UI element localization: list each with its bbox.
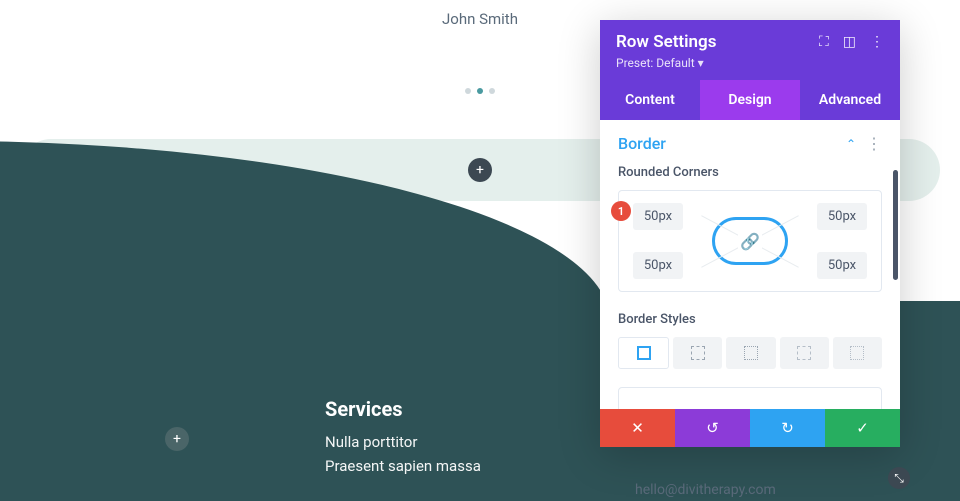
panel-title: Row Settings [616, 32, 716, 52]
add-module-button[interactable]: + [468, 158, 492, 182]
border-style-bottom[interactable] [780, 337, 829, 369]
more-icon[interactable]: ⋮ [870, 34, 884, 50]
slider-dot[interactable] [465, 88, 471, 94]
tab-content[interactable]: Content [600, 80, 700, 120]
contact-email: hello@divitherapy.com [635, 482, 776, 498]
border-style-left[interactable] [833, 337, 882, 369]
rounded-corners-control: 1 50px 50px 🔗 50px 50px [618, 190, 882, 292]
save-button[interactable]: ✓ [825, 409, 900, 447]
services-item: Praesent sapien massa [325, 457, 481, 475]
row-settings-panel: Row Settings ⛶ ◫ ⋮ Preset: Default ▾ Con… [600, 20, 900, 447]
resize-handle-icon[interactable]: ⤡ [888, 467, 910, 489]
corner-bottom-right-input[interactable]: 50px [817, 252, 867, 279]
border-style-top[interactable] [673, 337, 722, 369]
border-style-selector [618, 337, 882, 369]
panel-scrollbar[interactable] [893, 170, 898, 280]
collapse-icon[interactable]: ⌃ [846, 137, 856, 151]
corner-bottom-left-input[interactable]: 50px [633, 252, 683, 279]
border-section: Border ⌃ ⋮ Rounded Corners 1 50px 50px 🔗… [600, 120, 900, 369]
services-block: Services Nulla porttitor Praesent sapien… [325, 397, 481, 481]
corner-top-left-input[interactable]: 50px [633, 203, 683, 230]
expand-icon[interactable]: ⛶ [819, 34, 829, 50]
snap-icon[interactable]: ◫ [843, 34, 856, 50]
panel-header[interactable]: Row Settings ⛶ ◫ ⋮ Preset: Default ▾ [600, 20, 900, 80]
border-preview: 🔗 [712, 217, 788, 265]
link-values-icon[interactable]: 🔗 [738, 230, 762, 253]
step-badge: 1 [611, 201, 631, 221]
border-styles-label: Border Styles [618, 312, 882, 327]
panel-tabs: Content Design Advanced [600, 80, 900, 120]
panel-footer: ✕ ↺ ↻ ✓ [600, 409, 900, 447]
rounded-corners-label: Rounded Corners [618, 165, 882, 180]
border-style-all[interactable] [618, 337, 669, 369]
tab-advanced[interactable]: Advanced [800, 80, 900, 120]
cancel-button[interactable]: ✕ [600, 409, 675, 447]
undo-button[interactable]: ↺ [675, 409, 750, 447]
services-heading: Services [325, 397, 481, 421]
border-style-right[interactable] [726, 337, 775, 369]
section-title[interactable]: Border [618, 134, 666, 153]
add-module-button[interactable]: + [165, 427, 189, 451]
corner-top-right-input[interactable]: 50px [817, 203, 867, 230]
preset-selector[interactable]: Preset: Default ▾ [616, 56, 884, 70]
section-more-icon[interactable]: ⋮ [866, 134, 882, 153]
redo-button[interactable]: ↻ [750, 409, 825, 447]
slider-dot-active[interactable] [477, 88, 483, 94]
tab-design[interactable]: Design [700, 80, 800, 120]
slider-dot[interactable] [489, 88, 495, 94]
services-item: Nulla porttitor [325, 433, 481, 451]
